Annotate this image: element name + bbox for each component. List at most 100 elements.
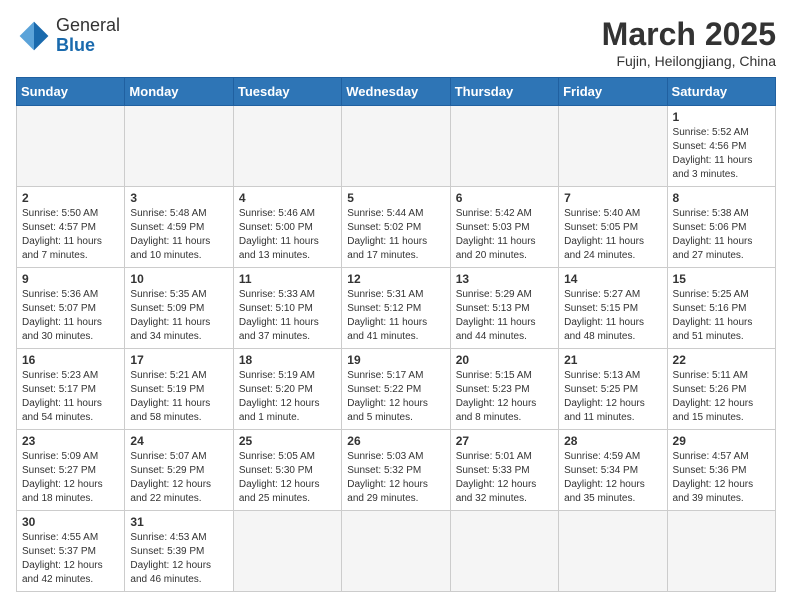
- day-number: 5: [347, 191, 444, 205]
- calendar-day-cell: 15 Sunrise: 5:25 AM Sunset: 5:16 PM Dayli…: [667, 268, 775, 349]
- weekday-header-wednesday: Wednesday: [342, 78, 450, 106]
- logo-general: General: [56, 16, 120, 36]
- day-info: Sunrise: 5:09 AM Sunset: 5:27 PM Dayligh…: [22, 450, 119, 506]
- day-info: Sunrise: 4:59 AM Sunset: 5:34 PM Dayligh…: [564, 450, 661, 506]
- calendar-day-cell: 10Sunrise: 5:35 AM Sunset: 5:09 PM Dayli…: [125, 268, 233, 349]
- calendar-day-cell: 24 Sunrise: 5:07 AM Sunset: 5:29 PM Dayli…: [125, 430, 233, 511]
- day-info: Sunrise: 5:07 AM Sunset: 5:29 PM Dayligh…: [130, 450, 227, 506]
- day-number: 7: [564, 191, 661, 205]
- day-info: Sunrise: 5:15 AM Sunset: 5:23 PM Dayligh…: [456, 369, 553, 425]
- day-number: 31: [130, 515, 227, 529]
- day-info: Sunrise: 5:46 AM Sunset: 5:00 PM Dayligh…: [239, 207, 336, 263]
- day-number: 13: [456, 272, 553, 286]
- day-info: Sunrise: 5:05 AM Sunset: 5:30 PM Dayligh…: [239, 450, 336, 506]
- day-info: Sunrise: 5:48 AM Sunset: 4:59 PM Dayligh…: [130, 207, 227, 263]
- calendar-day-cell: 17 Sunrise: 5:21 AM Sunset: 5:19 PM Dayli…: [125, 349, 233, 430]
- day-number: 23: [22, 434, 119, 448]
- day-number: 8: [673, 191, 770, 205]
- day-number: 3: [130, 191, 227, 205]
- calendar-day-cell: 23 Sunrise: 5:09 AM Sunset: 5:27 PM Dayli…: [17, 430, 125, 511]
- day-number: 2: [22, 191, 119, 205]
- logo: General Blue: [16, 16, 120, 56]
- page-header: General Blue March 2025 Fujin, Heilongji…: [16, 16, 776, 69]
- weekday-header-monday: Monday: [125, 78, 233, 106]
- logo-icon: [16, 18, 52, 54]
- day-info: Sunrise: 5:23 AM Sunset: 5:17 PM Dayligh…: [22, 369, 119, 425]
- weekday-header-friday: Friday: [559, 78, 667, 106]
- day-info: Sunrise: 5:40 AM Sunset: 5:05 PM Dayligh…: [564, 207, 661, 263]
- calendar-day-cell: [667, 511, 775, 592]
- calendar-day-cell: 2Sunrise: 5:50 AM Sunset: 4:57 PM Daylig…: [17, 187, 125, 268]
- day-info: Sunrise: 5:21 AM Sunset: 5:19 PM Dayligh…: [130, 369, 227, 425]
- calendar-week-row: 30 Sunrise: 4:55 AM Sunset: 5:37 PM Dayli…: [17, 511, 776, 592]
- day-number: 14: [564, 272, 661, 286]
- day-info: Sunrise: 5:19 AM Sunset: 5:20 PM Dayligh…: [239, 369, 336, 425]
- day-number: 10: [130, 272, 227, 286]
- day-info: Sunrise: 5:13 AM Sunset: 5:25 PM Dayligh…: [564, 369, 661, 425]
- day-number: 11: [239, 272, 336, 286]
- calendar-day-cell: [125, 106, 233, 187]
- calendar-week-row: 16 Sunrise: 5:23 AM Sunset: 5:17 PM Dayli…: [17, 349, 776, 430]
- weekday-header-tuesday: Tuesday: [233, 78, 341, 106]
- calendar-day-cell: 27Sunrise: 5:01 AM Sunset: 5:33 PM Dayli…: [450, 430, 558, 511]
- day-number: 30: [22, 515, 119, 529]
- calendar-day-cell: 28Sunrise: 4:59 AM Sunset: 5:34 PM Dayli…: [559, 430, 667, 511]
- day-info: Sunrise: 5:27 AM Sunset: 5:15 PM Dayligh…: [564, 288, 661, 344]
- calendar-day-cell: 25 Sunrise: 5:05 AM Sunset: 5:30 PM Dayli…: [233, 430, 341, 511]
- title-block: March 2025 Fujin, Heilongjiang, China: [602, 16, 776, 69]
- calendar-day-cell: 12 Sunrise: 5:31 AM Sunset: 5:12 PM Dayli…: [342, 268, 450, 349]
- day-number: 17: [130, 353, 227, 367]
- location: Fujin, Heilongjiang, China: [602, 53, 776, 69]
- day-number: 26: [347, 434, 444, 448]
- calendar-day-cell: 3 Sunrise: 5:48 AM Sunset: 4:59 PM Daylig…: [125, 187, 233, 268]
- calendar-day-cell: 13Sunrise: 5:29 AM Sunset: 5:13 PM Dayli…: [450, 268, 558, 349]
- day-info: Sunrise: 5:38 AM Sunset: 5:06 PM Dayligh…: [673, 207, 770, 263]
- day-info: Sunrise: 4:55 AM Sunset: 5:37 PM Dayligh…: [22, 531, 119, 587]
- day-number: 1: [673, 110, 770, 124]
- day-info: Sunrise: 5:36 AM Sunset: 5:07 PM Dayligh…: [22, 288, 119, 344]
- weekday-header-row: SundayMondayTuesdayWednesdayThursdayFrid…: [17, 78, 776, 106]
- calendar-day-cell: [233, 511, 341, 592]
- logo-text: General Blue: [56, 16, 120, 56]
- calendar-day-cell: 1 Sunrise: 5:52 AM Sunset: 4:56 PM Daylig…: [667, 106, 775, 187]
- calendar-week-row: 9Sunrise: 5:36 AM Sunset: 5:07 PM Daylig…: [17, 268, 776, 349]
- calendar-day-cell: [450, 511, 558, 592]
- calendar-day-cell: 20Sunrise: 5:15 AM Sunset: 5:23 PM Dayli…: [450, 349, 558, 430]
- calendar-day-cell: 8 Sunrise: 5:38 AM Sunset: 5:06 PM Daylig…: [667, 187, 775, 268]
- calendar-day-cell: 21 Sunrise: 5:13 AM Sunset: 5:25 PM Dayli…: [559, 349, 667, 430]
- day-number: 24: [130, 434, 227, 448]
- logo-blue: Blue: [56, 36, 120, 56]
- day-info: Sunrise: 4:53 AM Sunset: 5:39 PM Dayligh…: [130, 531, 227, 587]
- day-info: Sunrise: 5:31 AM Sunset: 5:12 PM Dayligh…: [347, 288, 444, 344]
- calendar-week-row: 23 Sunrise: 5:09 AM Sunset: 5:27 PM Dayli…: [17, 430, 776, 511]
- calendar-week-row: 2Sunrise: 5:50 AM Sunset: 4:57 PM Daylig…: [17, 187, 776, 268]
- day-info: Sunrise: 5:11 AM Sunset: 5:26 PM Dayligh…: [673, 369, 770, 425]
- weekday-header-sunday: Sunday: [17, 78, 125, 106]
- calendar-day-cell: 18Sunrise: 5:19 AM Sunset: 5:20 PM Dayli…: [233, 349, 341, 430]
- day-info: Sunrise: 5:33 AM Sunset: 5:10 PM Dayligh…: [239, 288, 336, 344]
- day-info: Sunrise: 5:52 AM Sunset: 4:56 PM Dayligh…: [673, 126, 770, 182]
- day-number: 15: [673, 272, 770, 286]
- calendar-day-cell: 4 Sunrise: 5:46 AM Sunset: 5:00 PM Daylig…: [233, 187, 341, 268]
- day-number: 29: [673, 434, 770, 448]
- calendar-day-cell: 26Sunrise: 5:03 AM Sunset: 5:32 PM Dayli…: [342, 430, 450, 511]
- day-info: Sunrise: 5:17 AM Sunset: 5:22 PM Dayligh…: [347, 369, 444, 425]
- day-number: 16: [22, 353, 119, 367]
- day-info: Sunrise: 5:44 AM Sunset: 5:02 PM Dayligh…: [347, 207, 444, 263]
- calendar-day-cell: 11 Sunrise: 5:33 AM Sunset: 5:10 PM Dayli…: [233, 268, 341, 349]
- calendar-day-cell: 19Sunrise: 5:17 AM Sunset: 5:22 PM Dayli…: [342, 349, 450, 430]
- day-number: 21: [564, 353, 661, 367]
- calendar-day-cell: 14 Sunrise: 5:27 AM Sunset: 5:15 PM Dayli…: [559, 268, 667, 349]
- calendar-day-cell: [342, 511, 450, 592]
- calendar-day-cell: 16 Sunrise: 5:23 AM Sunset: 5:17 PM Dayli…: [17, 349, 125, 430]
- day-number: 25: [239, 434, 336, 448]
- calendar-day-cell: 7 Sunrise: 5:40 AM Sunset: 5:05 PM Daylig…: [559, 187, 667, 268]
- day-number: 6: [456, 191, 553, 205]
- day-number: 27: [456, 434, 553, 448]
- day-number: 12: [347, 272, 444, 286]
- day-info: Sunrise: 5:25 AM Sunset: 5:16 PM Dayligh…: [673, 288, 770, 344]
- day-number: 4: [239, 191, 336, 205]
- calendar-day-cell: [233, 106, 341, 187]
- calendar-week-row: 1 Sunrise: 5:52 AM Sunset: 4:56 PM Daylig…: [17, 106, 776, 187]
- calendar-day-cell: 29Sunrise: 4:57 AM Sunset: 5:36 PM Dayli…: [667, 430, 775, 511]
